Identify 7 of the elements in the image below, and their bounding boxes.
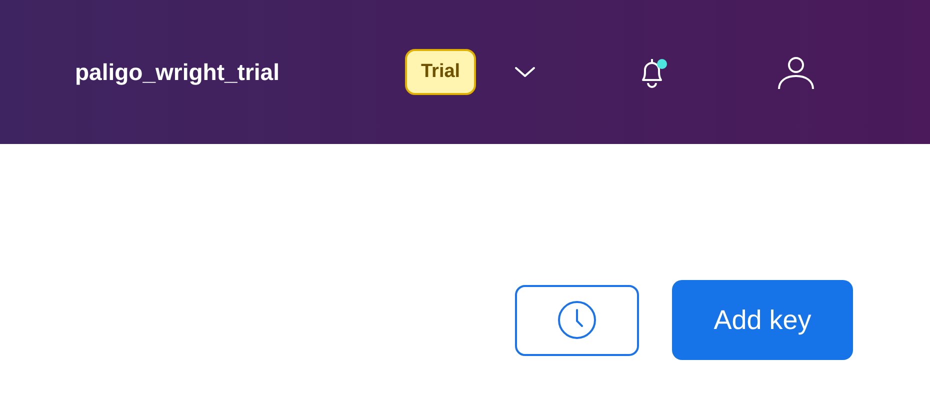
history-button[interactable]: [515, 284, 639, 356]
chevron-down-icon: [514, 65, 536, 79]
account-name: paligo_wright_trial: [75, 58, 280, 86]
account-dropdown-button[interactable]: [514, 65, 536, 79]
add-key-button[interactable]: Add key: [672, 280, 853, 360]
plan-badge: Trial: [405, 49, 476, 95]
clock-icon: [557, 300, 597, 340]
